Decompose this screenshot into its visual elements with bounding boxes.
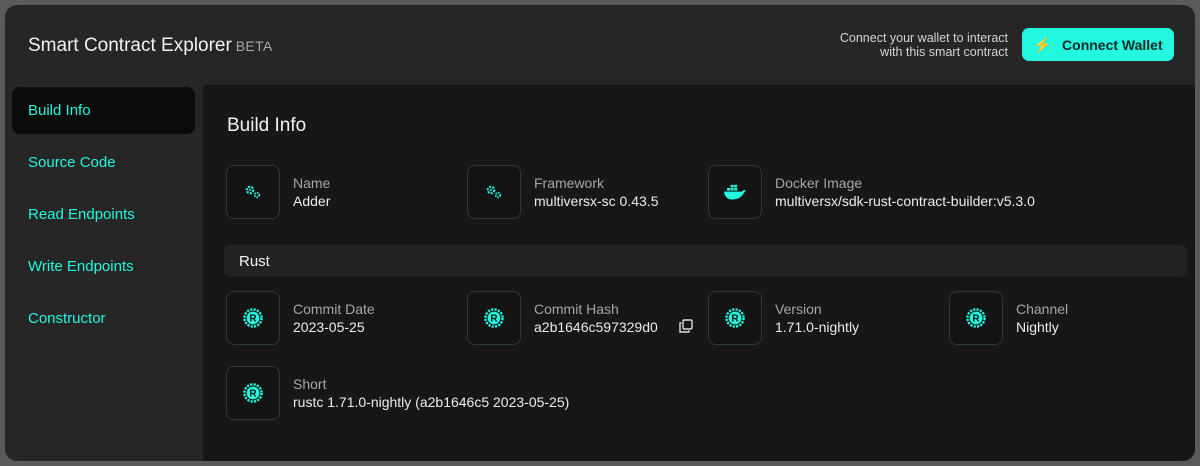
rust-icon: R bbox=[226, 366, 280, 420]
field-value: 1.71.0-nightly bbox=[775, 319, 860, 335]
sidebar-item-write-endpoints[interactable]: Write Endpoints bbox=[12, 243, 195, 290]
connect-message-line1: Connect your wallet to interact bbox=[839, 31, 1008, 45]
connect-wallet-button[interactable]: ⚡ Connect Wallet bbox=[1022, 28, 1174, 61]
svg-text:R: R bbox=[249, 389, 257, 400]
gears-icon bbox=[467, 165, 521, 219]
field-commit-hash: R Commit Hash a2b1646c597329d0 bbox=[467, 291, 697, 347]
field-value: multiversx/sdk-rust-contract-builder:v5.… bbox=[775, 193, 1035, 209]
field-channel: R Channel Nightly bbox=[949, 291, 1169, 347]
svg-text:R: R bbox=[249, 314, 257, 325]
svg-text:R: R bbox=[490, 314, 498, 325]
main-content: Build Info Name Adder Framework multiver… bbox=[203, 85, 1195, 461]
sidebar-item-label: Build Info bbox=[28, 102, 91, 119]
field-value: Nightly bbox=[1016, 319, 1059, 335]
app-title-text: Smart Contract Explorer bbox=[28, 35, 232, 56]
field-label: Commit Date bbox=[293, 301, 375, 317]
gears-icon bbox=[226, 165, 280, 219]
field-value: a2b1646c597329d0 bbox=[534, 319, 671, 335]
field-name: Name Adder bbox=[226, 165, 446, 221]
field-version: R Version 1.71.0-nightly bbox=[708, 291, 928, 347]
sidebar-item-label: Source Code bbox=[28, 154, 116, 171]
field-short: R Short rustc 1.71.0-nightly (a2b1646c5 … bbox=[226, 366, 686, 422]
connect-message: Connect your wallet to interact with thi… bbox=[788, 31, 1008, 59]
field-label: Commit Hash bbox=[534, 301, 619, 317]
field-value: 2023-05-25 bbox=[293, 319, 365, 335]
app-title: Smart Contract Explorer BETA bbox=[28, 35, 273, 57]
sidebar-item-read-endpoints[interactable]: Read Endpoints bbox=[12, 191, 195, 238]
field-commit-date: R Commit Date 2023-05-25 bbox=[226, 291, 446, 347]
lightning-icon: ⚡ bbox=[1033, 36, 1053, 54]
rust-icon: R bbox=[467, 291, 521, 345]
copy-icon[interactable] bbox=[679, 319, 693, 338]
field-label: Name bbox=[293, 175, 331, 191]
beta-badge: BETA bbox=[235, 38, 273, 54]
sidebar-item-label: Write Endpoints bbox=[28, 258, 134, 275]
field-label: Version bbox=[775, 301, 822, 317]
sidebar: Build Info Source Code Read Endpoints Wr… bbox=[5, 85, 203, 461]
svg-text:R: R bbox=[731, 314, 739, 325]
field-framework: Framework multiversx-sc 0.43.5 bbox=[467, 165, 687, 221]
field-docker-image: Docker Image multiversx/sdk-rust-contrac… bbox=[708, 165, 1108, 221]
sidebar-item-build-info[interactable]: Build Info bbox=[12, 87, 195, 134]
header: Smart Contract Explorer BETA Connect your… bbox=[5, 5, 1195, 85]
field-value: Adder bbox=[293, 193, 331, 209]
page-title: Build Info bbox=[227, 115, 307, 136]
explorer-panel: Smart Contract Explorer BETA Connect your… bbox=[5, 5, 1195, 461]
docker-icon bbox=[708, 165, 762, 219]
field-label: Short bbox=[293, 376, 327, 392]
field-label: Docker Image bbox=[775, 175, 863, 191]
connect-message-line2: with this smart contract bbox=[880, 45, 1008, 59]
sidebar-item-constructor[interactable]: Constructor bbox=[12, 295, 195, 342]
rust-icon: R bbox=[708, 291, 762, 345]
field-value: rustc 1.71.0-nightly (a2b1646c5 2023-05-… bbox=[293, 394, 570, 410]
section-header-rust: Rust bbox=[224, 245, 1187, 277]
field-value: multiversx-sc 0.43.5 bbox=[534, 193, 659, 209]
commit-hash-value: a2b1646c597329d0 bbox=[534, 319, 658, 335]
field-label: Framework bbox=[534, 175, 605, 191]
rust-icon: R bbox=[949, 291, 1003, 345]
rust-icon: R bbox=[226, 291, 280, 345]
connect-wallet-label: Connect Wallet bbox=[1062, 36, 1163, 53]
sidebar-item-label: Constructor bbox=[28, 310, 106, 327]
field-label: Channel bbox=[1016, 301, 1069, 317]
svg-text:R: R bbox=[972, 314, 980, 325]
sidebar-item-source-code[interactable]: Source Code bbox=[12, 139, 195, 186]
sidebar-item-label: Read Endpoints bbox=[28, 206, 135, 223]
